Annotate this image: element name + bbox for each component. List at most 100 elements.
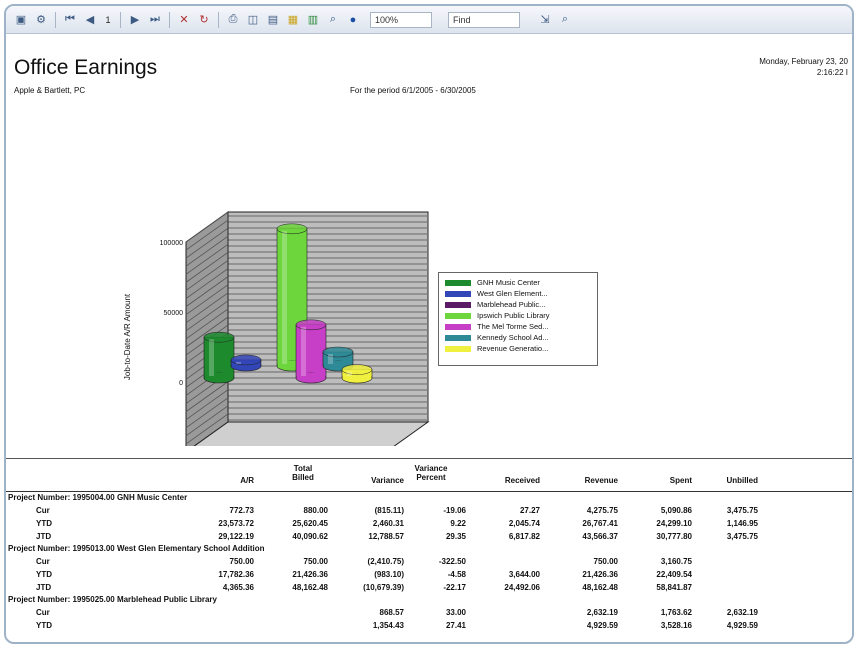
firm-name: Apple & Bartlett, PC: [14, 86, 86, 95]
project-label: Project Number: 1995025.00 Marblehead Pu…: [8, 595, 217, 604]
layout-icon[interactable]: ▤: [264, 11, 282, 29]
chart-bar: [230, 354, 262, 372]
bar-cap: [230, 354, 262, 366]
table-cell: 12,788.57: [368, 532, 404, 541]
chart-bar: [295, 319, 327, 384]
table-cell: 4,275.75: [586, 506, 618, 515]
bar-base-fill: [204, 373, 234, 378]
legend-label: Marblehead Public...: [477, 300, 546, 309]
project-label: Project Number: 1995004.00 GNH Music Cen…: [8, 493, 188, 502]
legend-item: Revenue Generatio...: [445, 343, 591, 354]
last-page-icon[interactable]: ⏭: [146, 11, 164, 29]
report-time: 2:16:22 I: [816, 68, 848, 77]
period-type: JTD: [36, 532, 52, 541]
legend-label: West Glen Element...: [477, 289, 548, 298]
period-type: JTD: [36, 583, 52, 592]
legend-item: The Mel Torme Sed...: [445, 321, 591, 332]
table-cell: 3,475.75: [726, 506, 758, 515]
legend-item: Kennedy School Ad...: [445, 332, 591, 343]
legend-swatch: [445, 334, 471, 341]
find-next-icon[interactable]: ⇲: [536, 11, 554, 29]
period-type: Cur: [36, 506, 50, 515]
table-row: JTD 29,122.19 40,090.62 12,788.57 29.35 6,817…: [6, 530, 852, 543]
table-cell: 2,045.74: [508, 519, 540, 528]
stop-icon[interactable]: ✕: [175, 11, 193, 29]
period-type: Cur: [36, 608, 50, 617]
legend-swatch: [445, 323, 471, 330]
table-cell: 24,299.10: [656, 519, 692, 528]
find-input[interactable]: Find: [448, 11, 520, 28]
table-cell: 4,929.59: [726, 621, 758, 630]
table-cell: -322.50: [438, 557, 466, 566]
table-cell: 3,160.75: [660, 557, 692, 566]
table-cell: 2,632.19: [726, 608, 758, 617]
toolbar-divider: [55, 11, 56, 28]
prev-page-icon[interactable]: ◀: [81, 11, 99, 29]
search-icon[interactable]: ⌕: [324, 11, 342, 29]
table-cell: 4,365.36: [222, 583, 254, 592]
toolbar-divider: [218, 11, 219, 28]
table-cell: 17,782.36: [218, 570, 254, 579]
y-tick-label: 0: [179, 380, 183, 387]
page-number-field[interactable]: 1: [101, 12, 115, 28]
toolbar-divider: [120, 11, 121, 28]
y-axis-title: Job-to-Date A/R Amount: [123, 293, 132, 380]
legend-item: Marblehead Public...: [445, 299, 591, 310]
export-doc-icon[interactable]: ▦: [284, 11, 302, 29]
report-viewer-window: ▣ ⚙ ⏮ ◀ 1 ▶ ⏭ ✕ ↻ ⎙ ◫ ▤ ▦ ▥ ⌕ ● 100% Fin…: [4, 4, 854, 644]
bar-cap: [276, 223, 308, 235]
table-cell: 22,409.54: [656, 570, 692, 579]
table-cell: 2,460.31: [372, 519, 404, 528]
export-icon[interactable]: ▣: [12, 11, 30, 29]
table-cell: 3,528.16: [660, 621, 692, 630]
y-tick-label: 50000: [164, 310, 184, 317]
report-period: For the period 6/1/2005 - 6/30/2005: [350, 86, 476, 95]
table-cell: 750.00: [229, 557, 254, 566]
table-cell: 772.73: [229, 506, 254, 515]
chart-bar: [341, 364, 373, 384]
table-cell: 58,841.87: [656, 583, 692, 592]
chart-floor: [193, 421, 430, 446]
table-cell: 26,767.41: [582, 519, 618, 528]
bar-body: [203, 336, 235, 379]
table-cell: 43,566.37: [582, 532, 618, 541]
period-type: YTD: [36, 519, 52, 528]
legend-swatch: [445, 290, 471, 297]
chart-side-wall: [185, 211, 229, 446]
table-row: YTD 23,573.72 25,620.45 2,460.31 9.22 2,045.7…: [6, 517, 852, 530]
table-cell: 48,162.48: [292, 583, 328, 592]
table-cell: (10,679.39): [363, 583, 404, 592]
earnings-table: A/R Total Billed Variance Variance Percent R…: [6, 462, 852, 632]
next-page-icon[interactable]: ▶: [126, 11, 144, 29]
bar-cap: [341, 364, 373, 375]
table-cell: -19.06: [443, 506, 466, 515]
print-icon[interactable]: ⎙: [224, 11, 242, 29]
help-icon[interactable]: ●: [344, 11, 362, 29]
legend-item: West Glen Element...: [445, 288, 591, 299]
bar-cap: [203, 331, 235, 343]
table-cell: 21,426.36: [582, 570, 618, 579]
chart-icon[interactable]: ▥: [304, 11, 322, 29]
bar-body: [295, 324, 327, 379]
toolbar-divider: [169, 11, 170, 28]
refresh-icon[interactable]: ↻: [195, 11, 213, 29]
print-setup-icon[interactable]: ⚙: [32, 11, 50, 29]
bar-highlight: [301, 326, 306, 376]
legend-label: Kennedy School Ad...: [477, 333, 549, 342]
table-cell: 33.00: [445, 608, 466, 617]
first-page-icon[interactable]: ⏮: [61, 11, 79, 29]
table-cell: 868.57: [379, 608, 404, 617]
table-cell: 2,632.19: [586, 608, 618, 617]
zoom-select[interactable]: 100%: [370, 11, 432, 28]
page-setup-icon[interactable]: ◫: [244, 11, 262, 29]
table-cell: (983.10): [374, 570, 404, 579]
table-cell: 23,573.72: [218, 519, 254, 528]
project-label: Project Number: 1995013.00 West Glen Ele…: [8, 544, 265, 553]
legend-item: GNH Music Center: [445, 277, 591, 288]
y-tick-label: 100000: [160, 240, 183, 247]
report-date: Monday, February 23, 20: [759, 57, 848, 66]
table-cell: 29.35: [445, 532, 466, 541]
find-prev-icon[interactable]: ⌕: [556, 11, 574, 29]
period-type: Cur: [36, 557, 50, 566]
bar-highlight: [236, 361, 241, 364]
